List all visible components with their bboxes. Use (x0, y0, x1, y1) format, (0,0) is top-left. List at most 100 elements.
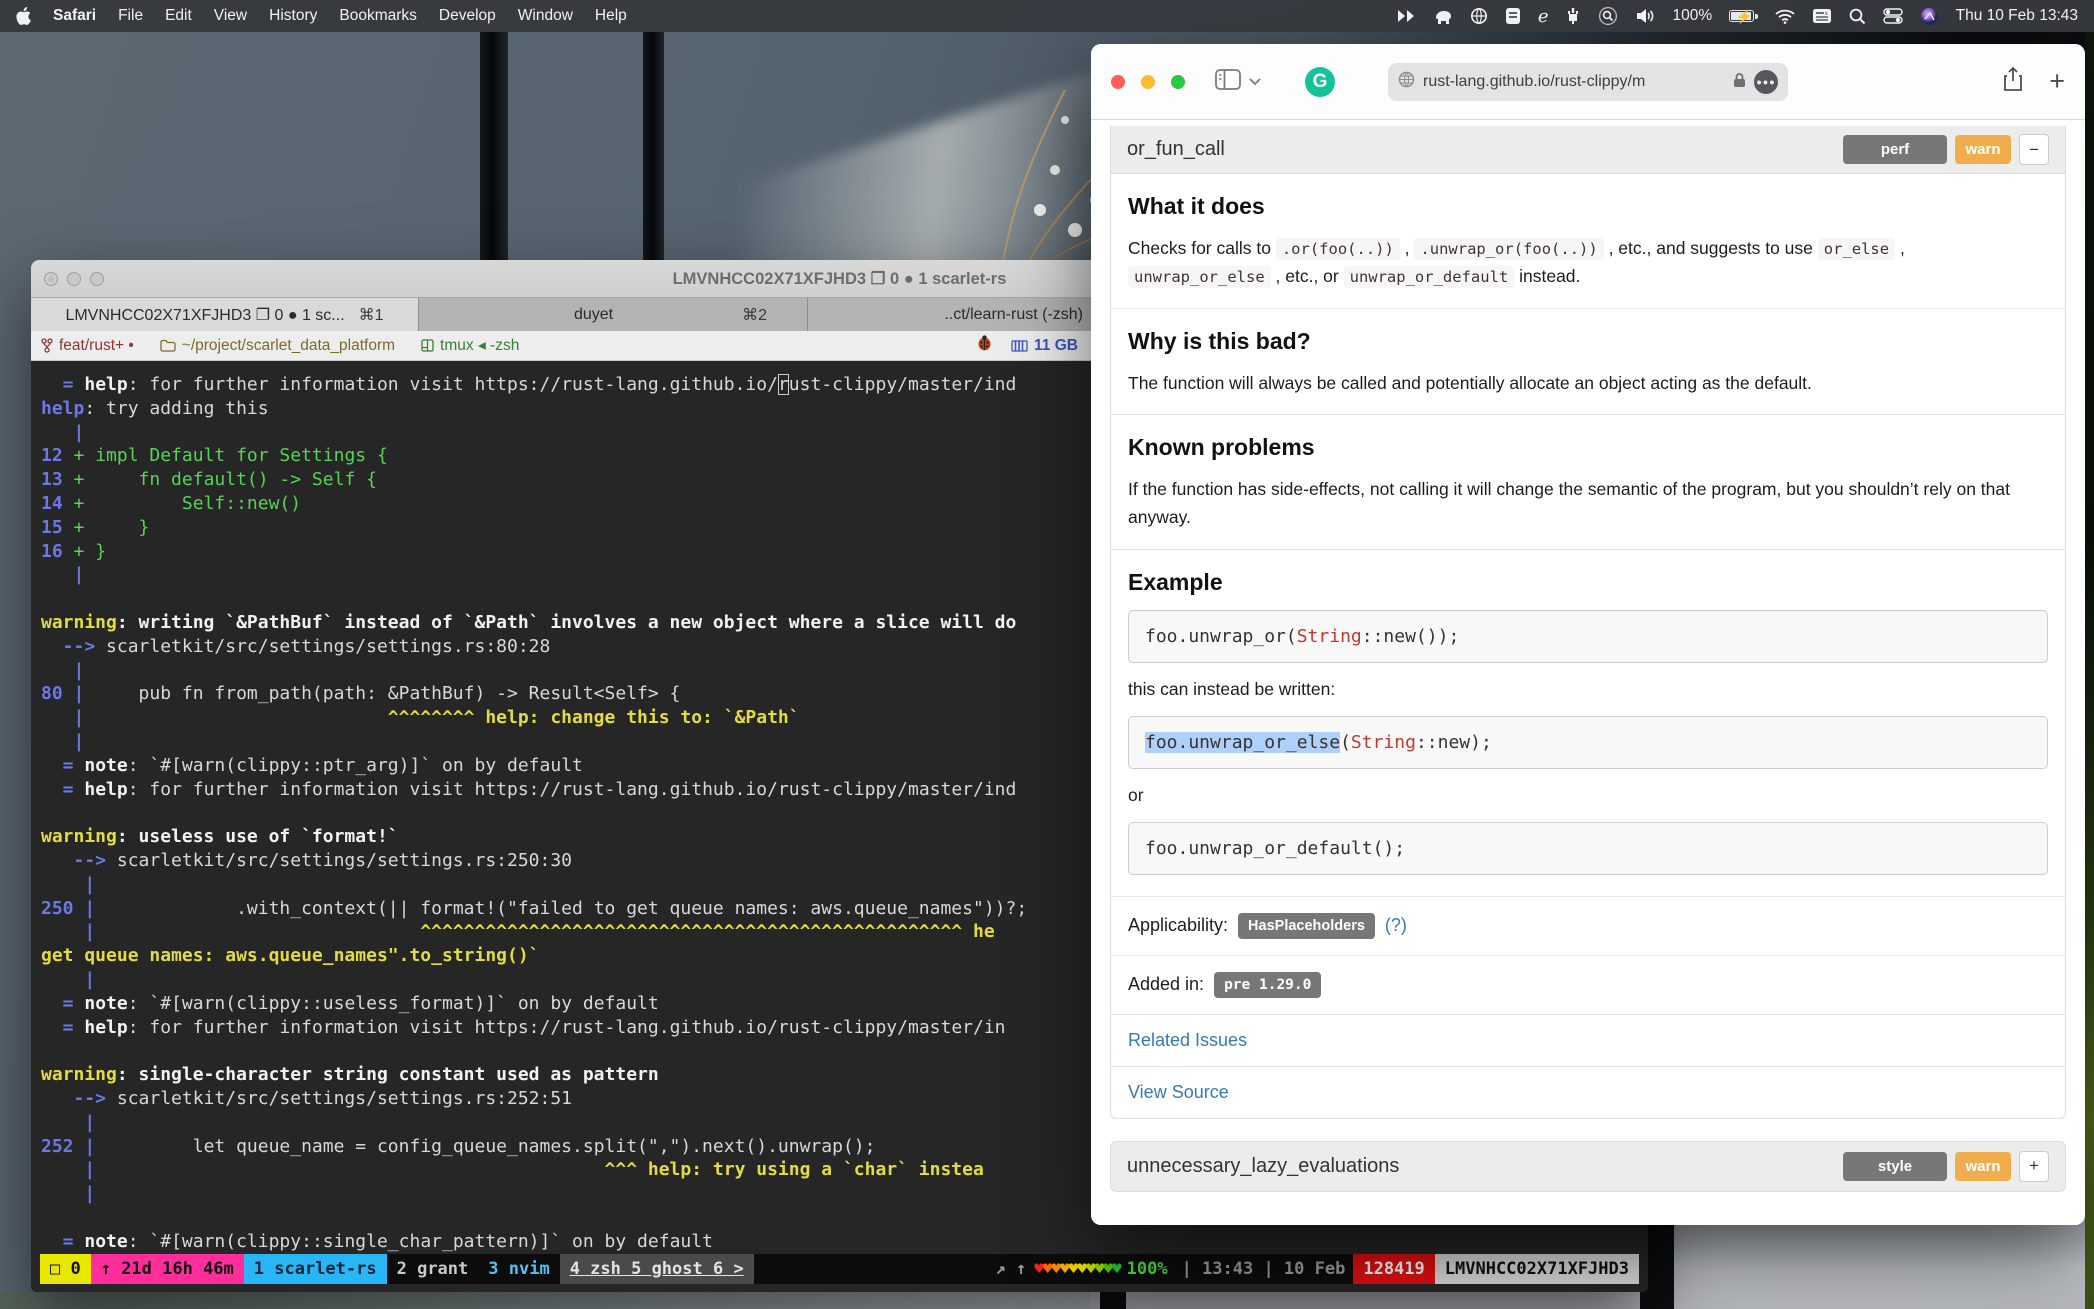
lint-level-badge: warn (1955, 135, 2011, 164)
tmux-icon (421, 339, 434, 352)
menu-help[interactable]: Help (595, 7, 627, 25)
safari-toolbar: G rust-lang.github.io/rust-clippy/m ●●● … (1091, 44, 2085, 120)
chevron-down-icon[interactable] (1249, 73, 1261, 91)
vpn-globe-icon[interactable] (1470, 6, 1488, 26)
tmux-hostname: LMVNHCC02X71XFJHD3 (1435, 1254, 1639, 1284)
window-frame-bar (480, 32, 508, 262)
cwd-status: ~/project/scarlet_data_platform (160, 337, 395, 355)
svg-text:x: x (1825, 11, 1828, 17)
close-button[interactable] (44, 272, 58, 286)
window-frame-bar (643, 32, 664, 262)
menu-view[interactable]: View (214, 7, 247, 25)
lint-level-badge: warn (1955, 1152, 2011, 1181)
why-is-this-bad-text: The function will always be called and p… (1128, 369, 2048, 397)
related-issues-row: Related Issues (1111, 1015, 2065, 1067)
minimize-button[interactable] (67, 272, 81, 286)
view-source-row: View Source (1111, 1067, 2065, 1118)
close-button[interactable] (1111, 75, 1125, 89)
minimize-button[interactable] (1141, 75, 1155, 89)
section-heading: Why is this bad? (1128, 328, 2048, 355)
website-globe-icon (1398, 71, 1415, 93)
added-in-badge: pre 1.29.0 (1214, 972, 1321, 998)
menu-window[interactable]: Window (518, 7, 573, 25)
example-code-1[interactable]: foo.unwrap_or(String::new()); (1128, 610, 2048, 663)
known-problems-section: Known problems If the function has side-… (1111, 415, 2065, 550)
memory-icon (1011, 339, 1028, 353)
menu-develop[interactable]: Develop (439, 7, 496, 25)
input-source-icon[interactable]: x (1812, 6, 1832, 26)
lint-name: unnecessary_lazy_evaluations (1127, 1155, 1399, 1178)
applicability-help-link[interactable]: (?) (1385, 915, 1407, 936)
expand-button[interactable]: + (2019, 1151, 2049, 1182)
terminal-tab-2[interactable]: duyet ⌘2 (419, 298, 808, 331)
apple-menu-icon[interactable] (16, 6, 31, 26)
lint-card-unnecessary-lazy-evaluations[interactable]: unnecessary_lazy_evaluations style warn … (1110, 1141, 2066, 1192)
menu-app-name[interactable]: Safari (53, 7, 96, 25)
menu-file[interactable]: File (118, 7, 143, 25)
address-bar[interactable]: rust-lang.github.io/rust-clippy/m ●●● (1388, 63, 1788, 101)
instead-label: this can instead be written: (1128, 679, 2048, 700)
tab-label: ..ct/learn-rust (-zsh) (944, 306, 1083, 324)
grammarly-icon[interactable]: G (1305, 67, 1335, 97)
zoom-button[interactable] (1171, 75, 1185, 89)
control-center-icon[interactable] (1883, 6, 1903, 26)
url-text[interactable]: rust-lang.github.io/rust-clippy/m (1423, 73, 1725, 91)
share-icon[interactable] (2003, 67, 2023, 97)
folder-icon (160, 339, 176, 352)
collapse-button[interactable]: − (2019, 134, 2049, 165)
related-issues-link[interactable]: Related Issues (1128, 1030, 1247, 1050)
applicability-badge: HasPlaceholders (1238, 913, 1375, 939)
terminal-tab-3[interactable]: ..ct/learn-rust (-zsh) (808, 298, 1098, 331)
applicability-row: Applicability: HasPlaceholders (?) (1111, 897, 2065, 956)
ladybug-icon (976, 335, 993, 356)
menu-history[interactable]: History (269, 7, 317, 25)
section-heading: Known problems (1128, 434, 2048, 461)
siri-icon[interactable] (1920, 6, 1939, 26)
tab-label: duyet (459, 306, 728, 324)
volume-icon[interactable] (1635, 6, 1655, 26)
lint-group-badge: style (1843, 1152, 1947, 1181)
desktop-bottom-left (0, 1292, 1090, 1309)
tmux-arrows: ↗ ↑ (988, 1259, 1035, 1279)
tmux-battery-pct: 100% (1121, 1259, 1174, 1279)
spotlight-icon[interactable] (1849, 6, 1866, 26)
wifi-icon[interactable] (1775, 6, 1795, 26)
view-source-link[interactable]: View Source (1128, 1082, 1229, 1102)
section-heading: What it does (1128, 193, 2048, 220)
tab-shortcut: ⌘2 (742, 305, 767, 325)
applicability-label: Applicability: (1128, 915, 1228, 936)
zoom-button[interactable] (90, 272, 104, 286)
lint-group-badge: perf (1843, 135, 1947, 164)
notes-icon[interactable] (1505, 6, 1521, 26)
tmux-session-status: tmux ◂ -zsh (421, 336, 519, 355)
git-branch-icon (41, 338, 53, 353)
section-heading: Example (1128, 569, 2048, 596)
lint-card-or-fun-call: or_fun_call perf warn − What it does Che… (1110, 126, 2066, 1119)
new-tab-icon[interactable]: + (2049, 68, 2065, 95)
battery-hearts: ♥♥♥♥♥♥♥♥♥♥ (1034, 1259, 1120, 1279)
more-options-icon[interactable]: ●●● (1754, 70, 1778, 94)
plug-icon[interactable] (1565, 6, 1581, 26)
tmux-left-segments: □ 0↑ 21d 16h 46m1 scarlet-rs2 grant3 nvi… (40, 1254, 754, 1284)
menu-edit[interactable]: Edit (165, 7, 192, 25)
example-code-3[interactable]: foo.unwrap_or_default(); (1128, 822, 2048, 875)
tmux-number-badge: 128419 (1353, 1254, 1434, 1284)
example-code-2[interactable]: foo.unwrap_or_else(String::new); (1128, 716, 2048, 769)
or-label: or (1128, 785, 2048, 806)
tab-shortcut: ⌘1 (359, 305, 384, 325)
git-branch-status: feat/rust+ • (41, 337, 134, 355)
what-it-does-text: Checks for calls to .or(foo(..)) , .unwr… (1128, 234, 2048, 291)
sidebar-icon[interactable] (1215, 69, 1241, 95)
menu-bookmarks[interactable]: Bookmarks (339, 7, 417, 25)
known-problems-text: If the function has side-effects, not ca… (1128, 475, 2048, 532)
lint-header[interactable]: or_fun_call perf warn − (1111, 126, 2065, 174)
shortcuts-icon[interactable] (1396, 6, 1416, 26)
keychain-search-icon[interactable] (1598, 6, 1618, 26)
script-e-icon[interactable]: e (1538, 6, 1549, 26)
added-in-label: Added in: (1128, 974, 1204, 995)
terminal-tab-1[interactable]: LMVNHCC02X71XFJHD3 ❐ 0 ● 1 sc... ⌘1 (31, 298, 419, 331)
whale-icon[interactable] (1433, 6, 1453, 26)
example-section: Example foo.unwrap_or(String::new()); th… (1111, 550, 2065, 897)
menu-clock[interactable]: Thu 10 Feb 13:43 (1956, 7, 2078, 25)
added-in-row: Added in: pre 1.29.0 (1111, 956, 2065, 1015)
